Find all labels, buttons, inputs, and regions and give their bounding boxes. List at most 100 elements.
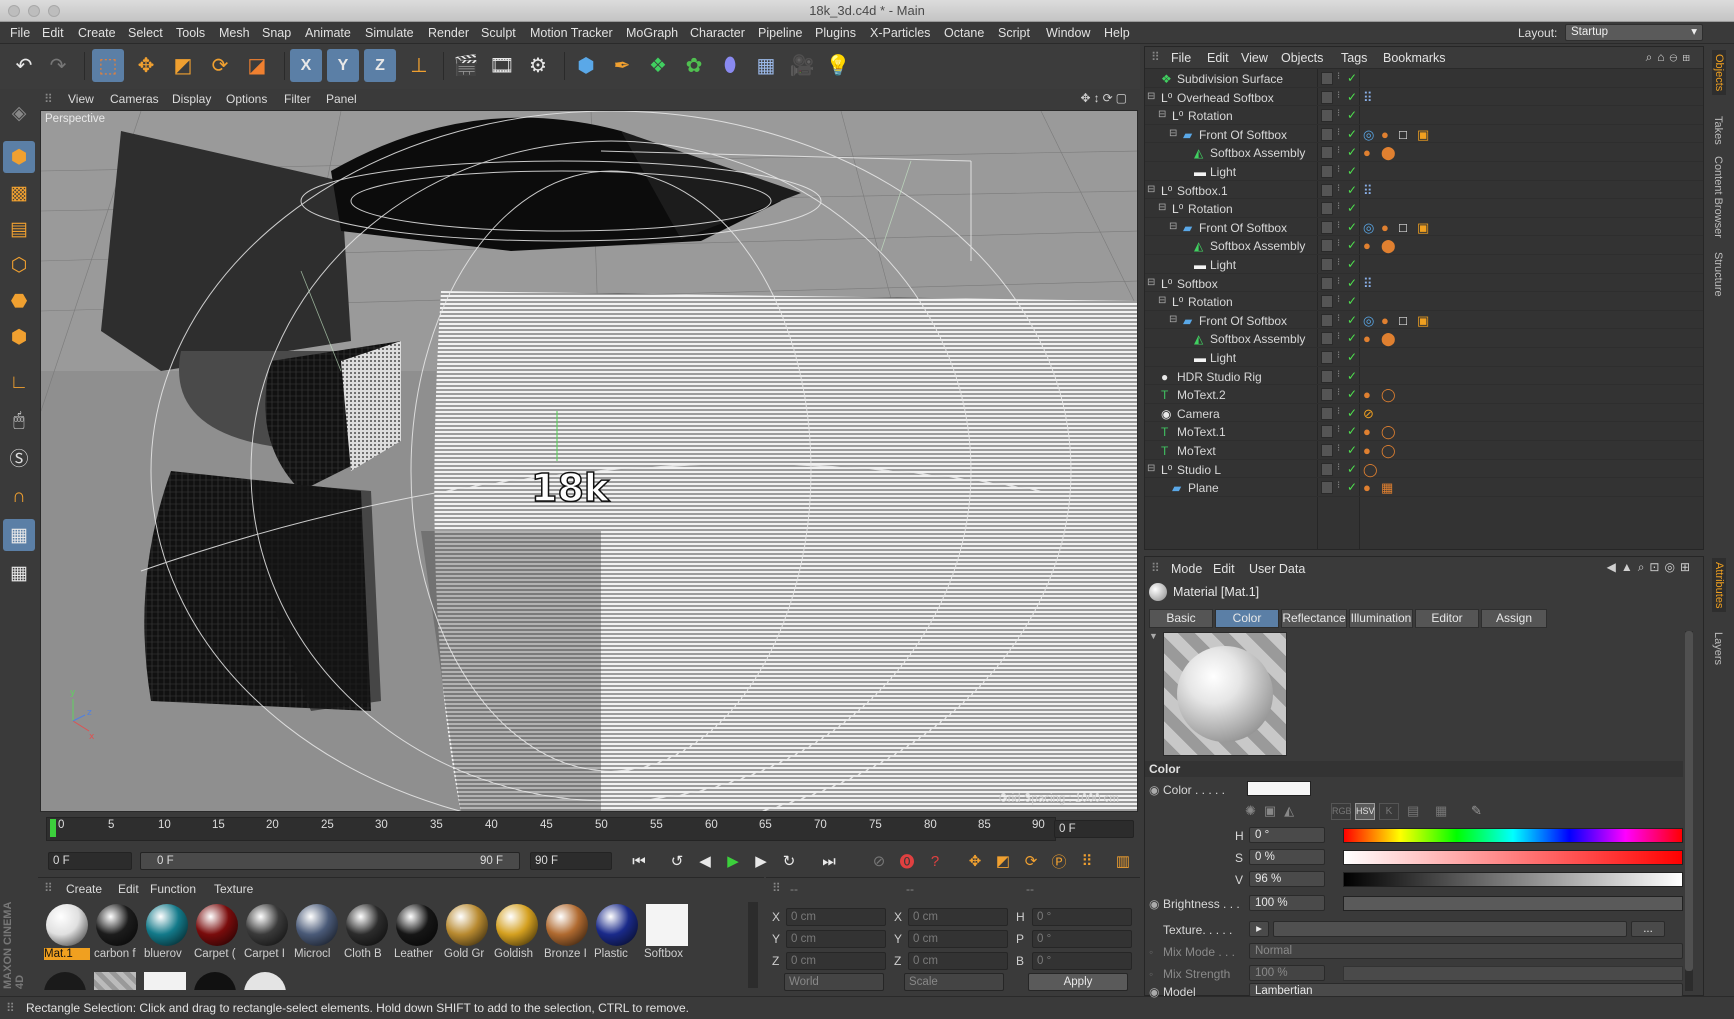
rot-b-field[interactable]: 0 ° <box>1032 952 1132 970</box>
animate-dot-icon[interactable]: ◉ <box>1149 985 1159 999</box>
visibility-dots-icon[interactable]: ⁝ <box>1337 164 1340 175</box>
expand-toggle-icon[interactable]: ⊟ <box>1147 463 1155 474</box>
visibility-dots-icon[interactable]: ⁝ <box>1337 276 1340 287</box>
keyframe-selection-button[interactable]: ? <box>924 850 946 872</box>
visibility-dots-icon[interactable]: ⁝ <box>1337 443 1340 454</box>
material-item[interactable]: Goldish <box>494 904 540 968</box>
object-row[interactable]: ⊟ ▰ Front Of Softbox ⁝ ✓ ◎ ● □ ▣ <box>1145 125 1703 144</box>
menu-simulate[interactable]: Simulate <box>365 26 414 40</box>
hue-field[interactable]: 0 ° <box>1249 827 1325 843</box>
enabled-check-icon[interactable]: ✓ <box>1347 201 1357 215</box>
start-frame-field[interactable]: 0 F <box>48 852 132 870</box>
rotate-tool-button[interactable]: ⟳ <box>204 49 236 82</box>
material-item[interactable]: Cloth B <box>344 904 390 968</box>
visibility-dots-icon[interactable]: ⁝ <box>1337 480 1340 491</box>
object-tag-icon[interactable]: ⬤ <box>1381 238 1396 254</box>
viewport-menu-filter[interactable]: Filter <box>284 92 311 106</box>
visibility-dots-icon[interactable]: ⁝ <box>1337 90 1340 101</box>
object-tag-icon[interactable]: ● <box>1381 220 1389 235</box>
object-row[interactable]: ⊟ L⁰ Overhead Softbox ⁝ ✓ ⠿ <box>1145 88 1703 107</box>
pos-z-field[interactable]: 0 cm <box>786 952 886 970</box>
layer-visibility-box[interactable] <box>1321 276 1333 290</box>
material-menu-function[interactable]: Function <box>150 882 196 896</box>
texture-browse-button[interactable]: ... <box>1631 921 1665 937</box>
material-swatch[interactable] <box>244 972 286 990</box>
enabled-check-icon[interactable]: ✓ <box>1347 90 1357 104</box>
recent-tool-button[interactable]: ◪ <box>241 49 273 82</box>
brightness-field[interactable]: 100 % <box>1249 895 1325 911</box>
hue-slider[interactable] <box>1343 828 1683 843</box>
visibility-dots-icon[interactable]: ⁝ <box>1337 201 1340 212</box>
playhead[interactable] <box>50 819 56 837</box>
coordinate-system-button[interactable]: ⊥ <box>403 49 435 82</box>
object-menu-tags[interactable]: Tags <box>1341 51 1367 65</box>
edges-mode-button[interactable]: ⬣ <box>3 285 35 317</box>
material-swatch[interactable] <box>144 972 186 990</box>
visibility-dots-icon[interactable]: ⁝ <box>1337 331 1340 342</box>
object-tag-icon[interactable]: ◯ <box>1363 462 1378 478</box>
go-to-start-button[interactable]: ⏮ <box>628 850 650 872</box>
material-item[interactable]: Gold Gr <box>444 904 490 968</box>
add-cube-button[interactable]: ⬢ <box>570 49 602 82</box>
object-tag-icon[interactable]: ◯ <box>1381 443 1396 459</box>
layer-visibility-box[interactable] <box>1321 481 1333 495</box>
material-item[interactable]: Carpet I <box>244 904 290 968</box>
render-view-button[interactable]: 🎬 <box>450 49 482 82</box>
expand-toggle-icon[interactable]: ⊟ <box>1158 109 1166 120</box>
dock-tab-attributes[interactable]: Attributes <box>1712 558 1726 613</box>
points-mode-button[interactable]: ⬡ <box>3 249 35 281</box>
layer-visibility-box[interactable] <box>1321 239 1333 253</box>
next-key-button[interactable]: ↻ <box>778 850 800 872</box>
current-frame-field[interactable]: 0 F <box>1054 820 1134 838</box>
kelvin-mode-button[interactable]: K <box>1379 803 1399 820</box>
object-row[interactable]: T MoText.2 ⁝ ✓ ● ◯ <box>1145 385 1703 404</box>
object-menu-view[interactable]: View <box>1241 51 1268 65</box>
play-button[interactable]: ▶ <box>722 850 744 872</box>
enabled-check-icon[interactable]: ✓ <box>1347 369 1357 383</box>
mix-strength-slider[interactable] <box>1343 966 1683 981</box>
material-swatch[interactable] <box>94 972 136 990</box>
expand-toggle-icon[interactable]: ⊟ <box>1147 184 1155 195</box>
enabled-check-icon[interactable]: ✓ <box>1347 387 1357 401</box>
object-tag-icon[interactable]: ◯ <box>1381 424 1396 440</box>
object-tag-icon[interactable]: □ <box>1399 220 1407 235</box>
object-row[interactable]: ⊟ L⁰ Rotation ⁝ ✓ <box>1145 199 1703 218</box>
enabled-check-icon[interactable]: ✓ <box>1347 220 1357 234</box>
object-row[interactable]: T MoText ⁝ ✓ ● ◯ <box>1145 441 1703 460</box>
visibility-dots-icon[interactable]: ⁝ <box>1337 238 1340 249</box>
expand-toggle-icon[interactable]: ⊟ <box>1169 221 1177 232</box>
layer-visibility-box[interactable] <box>1321 444 1333 457</box>
object-row[interactable]: ◭ Softbox Assembly ⁝ ✓ ● ⬤ <box>1145 329 1703 348</box>
next-frame-button[interactable]: ▶ <box>750 850 772 872</box>
polygons-mode-button[interactable]: ⬢ <box>3 321 35 353</box>
object-tag-icon[interactable]: ● <box>1363 387 1371 402</box>
end-frame-field[interactable]: 90 F <box>530 852 612 870</box>
model-mode-button[interactable]: ⬢ <box>3 141 35 173</box>
menu-animate[interactable]: Animate <box>305 26 351 40</box>
object-tag-icon[interactable]: ● <box>1363 331 1371 346</box>
tab-illumination[interactable]: Illumination <box>1349 609 1413 628</box>
layer-visibility-box[interactable] <box>1321 332 1333 346</box>
object-row[interactable]: ⊟ L⁰ Softbox.1 ⁝ ✓ ⠿ <box>1145 181 1703 200</box>
enabled-check-icon[interactable]: ✓ <box>1347 424 1357 438</box>
autokey-button[interactable]: ⓿ <box>896 850 918 872</box>
expand-toggle-icon[interactable]: ⊟ <box>1169 314 1177 325</box>
previous-key-button[interactable]: ↺ <box>666 850 688 872</box>
layer-visibility-box[interactable] <box>1321 313 1333 327</box>
enabled-check-icon[interactable]: ✓ <box>1347 108 1357 122</box>
value-field[interactable]: 96 % <box>1249 871 1325 887</box>
layer-visibility-box[interactable] <box>1321 183 1333 197</box>
x-axis-lock-button[interactable]: X <box>290 49 322 82</box>
scale-tool-button[interactable]: ◩ <box>167 49 199 82</box>
tweak-mode-button[interactable]: 🖱 <box>3 405 35 437</box>
attribute-scrollbar[interactable] <box>1685 631 1693 991</box>
object-row[interactable]: ⊟ L⁰ Softbox ⁝ ✓ ⠿ <box>1145 274 1703 293</box>
enabled-check-icon[interactable]: ✓ <box>1347 145 1357 159</box>
record-pla-button[interactable]: ⠿ <box>1076 850 1098 872</box>
dock-tab-objects[interactable]: Objects <box>1712 50 1726 96</box>
object-tag-icon[interactable]: ● <box>1363 238 1371 253</box>
object-row[interactable]: ⊟ L⁰ Rotation ⁝ ✓ <box>1145 292 1703 311</box>
snap-button[interactable]: ∩ <box>3 481 35 513</box>
minimize-window-button[interactable] <box>28 5 40 17</box>
expand-toggle-icon[interactable]: ⊟ <box>1158 202 1166 213</box>
